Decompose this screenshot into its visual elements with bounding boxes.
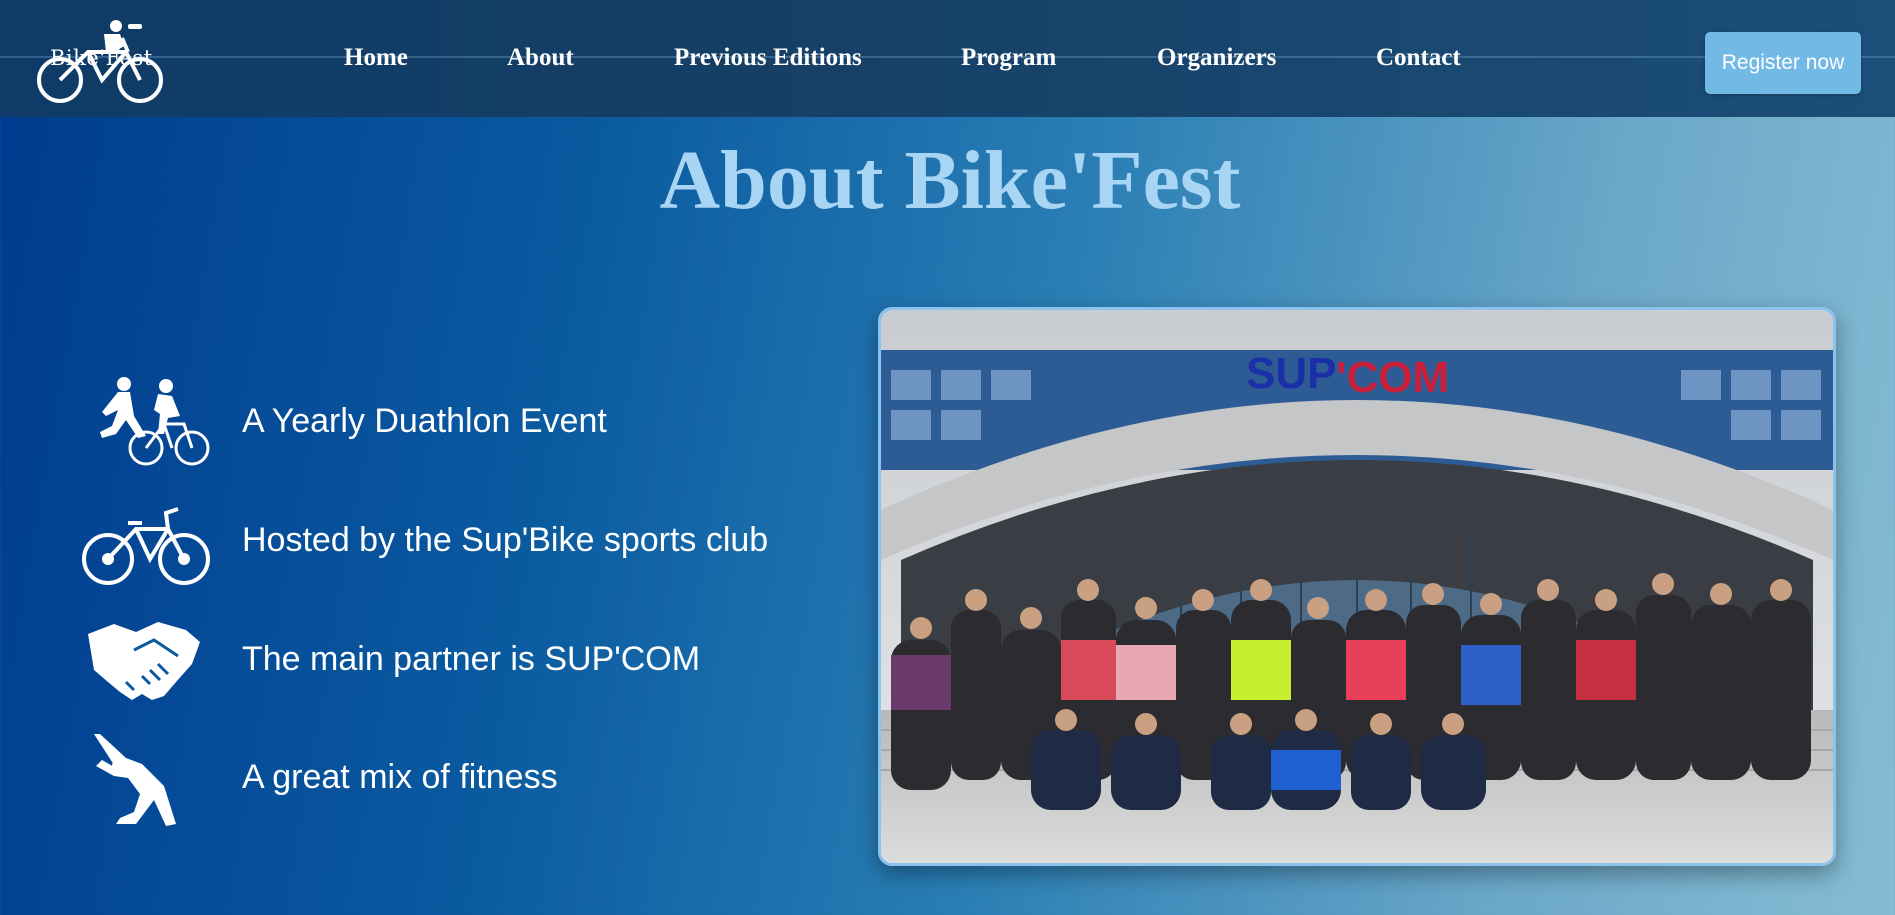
nav-home[interactable]: Home: [344, 44, 408, 72]
bicycle-icon: [82, 507, 210, 585]
handshake-icon: [88, 622, 200, 700]
feature-item-fitness: A great mix of fitness: [80, 730, 840, 830]
navbar: Bike'Fest Home About Previous Editions P…: [0, 0, 1895, 117]
feature-item-partner: The main partner is SUP'COM: [80, 612, 840, 712]
group-photo-image: SUP 'COM: [881, 310, 1833, 863]
nav-about[interactable]: About: [507, 44, 574, 72]
stretching-person-icon: [94, 734, 176, 826]
feature-text: Hosted by the Sup'Bike sports club: [242, 521, 769, 559]
nav-contact[interactable]: Contact: [1376, 44, 1461, 72]
feature-text: A Yearly Duathlon Event: [242, 402, 607, 440]
nav-organizers[interactable]: Organizers: [1157, 44, 1276, 72]
group-photo: SUP 'COM: [878, 307, 1836, 866]
photo-sign-com: 'COM: [1336, 353, 1449, 402]
photo-sign-sup: SUP: [1246, 349, 1336, 398]
duathlon-runner-cyclist-icon: [100, 377, 210, 466]
register-now-button[interactable]: Register now: [1705, 32, 1861, 94]
feature-text: The main partner is SUP'COM: [242, 640, 701, 678]
about-heading: About Bike'Fest: [659, 134, 1241, 227]
feature-item-host-club: Hosted by the Sup'Bike sports club: [80, 493, 840, 593]
nav-previous-editions[interactable]: Previous Editions: [674, 44, 862, 72]
nav-program[interactable]: Program: [961, 44, 1056, 72]
feature-item-duathlon: A Yearly Duathlon Event: [80, 374, 840, 474]
main-navigation: Home About Previous Editions Program Org…: [0, 44, 1600, 78]
feature-text: A great mix of fitness: [242, 758, 558, 796]
